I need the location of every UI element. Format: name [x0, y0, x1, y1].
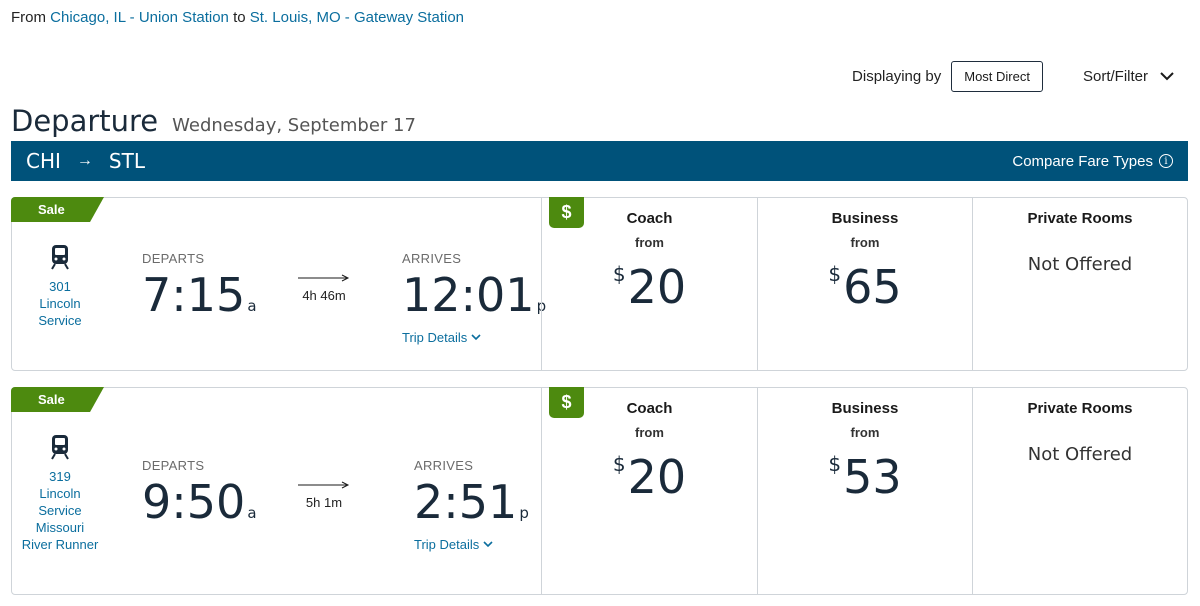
fare-title: Private Rooms [1027, 400, 1133, 417]
depart-time: 9:50 a [142, 475, 257, 529]
departs-label: DEPARTS [142, 251, 205, 266]
route-bar: CHI → STL Compare Fare Types i [11, 141, 1188, 181]
destination-code: STL [108, 149, 145, 173]
sale-badge: Sale [11, 387, 104, 412]
fare-title: Business [831, 210, 899, 227]
fare-price: $53 [828, 450, 902, 504]
train-number-link[interactable]: 301 [38, 278, 81, 295]
train-number-link[interactable]: 319 [22, 468, 99, 485]
arrives-label: ARRIVES [414, 458, 474, 473]
origin-code: CHI [26, 149, 61, 173]
compare-fare-types-link[interactable]: Compare Fare Types i [1012, 153, 1173, 170]
departs-label: DEPARTS [142, 458, 205, 473]
train-icon [51, 435, 69, 460]
not-offered-status: Not Offered [1027, 254, 1133, 275]
fare-from-label: from [850, 235, 880, 250]
departure-heading: Departure Wednesday, September 17 [11, 104, 416, 138]
arrow-right-icon [298, 274, 350, 282]
fare-title: Coach [626, 210, 673, 227]
fare-price: $65 [828, 260, 902, 314]
sale-badge: Sale [11, 197, 104, 222]
private-rooms-fare-option: Private Rooms Not Offered [972, 388, 1187, 594]
fare-from-label: from [850, 425, 880, 440]
arrow-right-icon [298, 481, 350, 489]
fare-title: Business [831, 400, 899, 417]
arrive-time: 12:01 p [402, 268, 547, 322]
business-fare-option[interactable]: Business from $53 [757, 388, 972, 594]
arrives-label: ARRIVES [402, 251, 462, 266]
trip-card[interactable]: Sale 319 Lincoln Service Missouri River … [11, 387, 1188, 595]
displaying-by-label: Displaying by [852, 68, 942, 85]
coach-fare-option[interactable]: $ Coach from $20 [541, 387, 757, 594]
sort-order-button[interactable]: Most Direct [951, 61, 1043, 92]
chevron-down-icon [483, 541, 493, 548]
destination-station-link[interactable]: St. Louis, MO - Gateway Station [250, 9, 464, 26]
private-rooms-fare-option: Private Rooms Not Offered [972, 198, 1187, 370]
fare-title: Private Rooms [1027, 210, 1133, 227]
fare-price: $20 [612, 450, 687, 504]
trip-details-link[interactable]: Trip Details [414, 537, 493, 552]
trip-duration: 5h 1m [294, 481, 354, 510]
train-name-line[interactable]: Service [22, 502, 99, 519]
display-controls: Displaying by Most Direct Sort/Filter [852, 61, 1174, 92]
from-label: From [11, 9, 46, 26]
page-title: Departure [11, 104, 159, 138]
travel-date: Wednesday, September 17 [172, 115, 416, 136]
to-label: to [233, 9, 246, 26]
depart-time: 7:15 a [142, 268, 257, 322]
fare-title: Coach [626, 400, 673, 417]
train-name-line[interactable]: Lincoln [38, 295, 81, 312]
train-info: 319 Lincoln Service Missouri River Runne… [12, 434, 108, 553]
train-name-line[interactable]: Missouri [22, 519, 99, 536]
train-name-line[interactable]: River Runner [22, 536, 99, 553]
arrive-time: 2:51 p [414, 475, 529, 529]
fare-from-label: from [635, 425, 664, 440]
trip-duration: 4h 46m [294, 274, 354, 303]
trip-card[interactable]: Sale 301 Lincoln Service DEPARTS 7:15 a 4… [11, 197, 1188, 371]
fare-from-label: from [635, 235, 664, 250]
trip-details-link[interactable]: Trip Details [402, 330, 481, 345]
not-offered-status: Not Offered [1027, 444, 1133, 465]
train-info: 301 Lincoln Service [12, 244, 108, 329]
fare-price: $20 [612, 260, 687, 314]
chevron-down-icon [471, 334, 481, 341]
info-icon: i [1159, 154, 1173, 168]
origin-station-link[interactable]: Chicago, IL - Union Station [50, 9, 229, 26]
route-summary: From Chicago, IL - Union Station to St. … [11, 9, 464, 26]
business-fare-option[interactable]: Business from $65 [757, 198, 972, 370]
compare-fare-types-label: Compare Fare Types [1012, 152, 1153, 170]
train-name-line[interactable]: Lincoln [22, 485, 99, 502]
sort-filter-label: Sort/Filter [1082, 68, 1148, 85]
route-arrow-icon: → [76, 152, 93, 169]
train-name-line[interactable]: Service [38, 312, 81, 329]
coach-fare-option[interactable]: $ Coach from $20 [541, 197, 757, 370]
train-icon [51, 245, 69, 270]
chevron-down-icon [1160, 72, 1174, 81]
sort-filter-toggle[interactable]: Sort/Filter [1083, 68, 1174, 85]
